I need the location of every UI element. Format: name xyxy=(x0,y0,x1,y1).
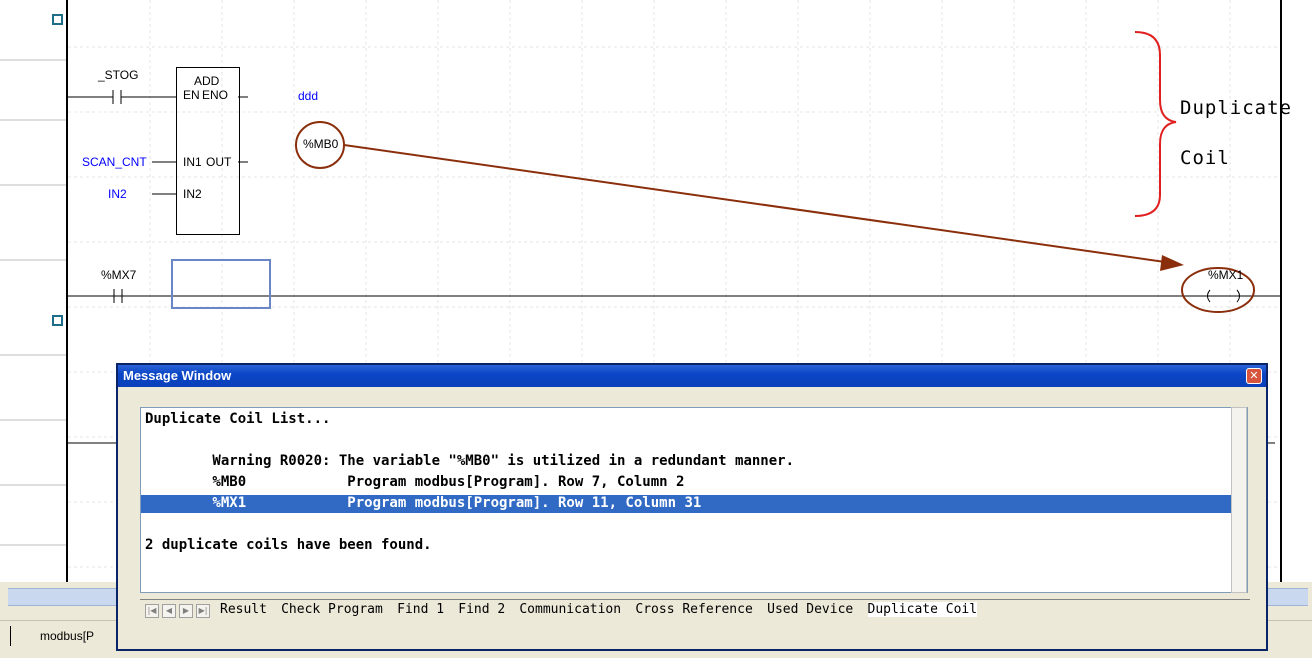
tab-communication[interactable]: Communication xyxy=(519,602,621,617)
last-tab-icon[interactable]: ▶| xyxy=(196,604,210,618)
duplicate-coil-brace xyxy=(1134,31,1177,217)
rung-marker-1[interactable] xyxy=(52,14,63,25)
callout-line-2: Coil xyxy=(1180,147,1230,169)
next-tab-icon[interactable]: ▶ xyxy=(179,604,193,618)
fb-en-label: EN xyxy=(183,88,200,102)
tab-cross-reference[interactable]: Cross Reference xyxy=(635,602,752,617)
fb-in1-label: IN1 xyxy=(183,155,202,169)
annotation-arrow xyxy=(343,144,1173,264)
fb-out-label: OUT xyxy=(206,155,232,169)
in1-variable[interactable]: SCAN_CNT xyxy=(82,155,147,169)
contact-stog-label[interactable]: _STOG xyxy=(98,68,138,82)
contact-mx7-label[interactable]: %MX7 xyxy=(101,268,136,282)
rung-marker-2[interactable] xyxy=(52,315,63,326)
message-line[interactable]: Warning R0020: The variable "%MB0" is ut… xyxy=(145,453,794,471)
message-tabstrip: |◀ ◀ ▶ ▶| Result Check Program Find 1 Find … xyxy=(140,599,1250,622)
eno-variable[interactable]: ddd xyxy=(298,89,318,103)
close-button[interactable]: ✕ xyxy=(1246,368,1262,384)
message-list[interactable]: Duplicate Coil List... Warning R0020: Th… xyxy=(140,407,1248,593)
tab-check-program[interactable]: Check Program xyxy=(281,602,383,617)
vertical-scrollbar[interactable] xyxy=(1231,407,1247,593)
in2-variable[interactable]: IN2 xyxy=(108,187,127,201)
tab-find-1[interactable]: Find 1 xyxy=(397,602,444,617)
message-window-title: Message Window xyxy=(123,368,232,383)
prev-tab-icon[interactable]: ◀ xyxy=(162,604,176,618)
editor-tab-label: modbus[P xyxy=(40,629,95,643)
tab-result[interactable]: Result xyxy=(220,602,267,617)
first-tab-icon[interactable]: |◀ xyxy=(145,604,159,618)
message-line-selected[interactable]: %MX1 Program modbus[Program]. Row 11, Co… xyxy=(141,495,1247,513)
editor-tab-modbus[interactable]: modbus[P xyxy=(10,626,130,648)
message-line[interactable]: %MB0 Program modbus[Program]. Row 7, Col… xyxy=(145,474,684,492)
arrow-head xyxy=(1160,255,1184,271)
cell-cursor[interactable] xyxy=(171,259,271,309)
message-window[interactable]: Message Window ✕ Duplicate Coil List... … xyxy=(116,363,1268,651)
callout-line-1: Duplicate xyxy=(1180,97,1292,119)
message-line[interactable]: 2 duplicate coils have been found. xyxy=(145,537,432,555)
out-variable[interactable]: %MB0 xyxy=(303,137,338,151)
message-line[interactable]: Duplicate Coil List... xyxy=(145,411,330,429)
coil-mx1-label[interactable]: %MX1 xyxy=(1208,268,1243,282)
fb-eno-label: ENO xyxy=(202,88,229,102)
tab-used-device[interactable]: Used Device xyxy=(767,602,853,617)
tab-duplicate-coil[interactable]: Duplicate Coil xyxy=(867,602,978,617)
message-window-titlebar[interactable]: Message Window ✕ xyxy=(118,365,1266,387)
tab-find-2[interactable]: Find 2 xyxy=(458,602,505,617)
fb-name-label: ADD xyxy=(194,74,220,88)
fb-in2-label: IN2 xyxy=(183,187,202,201)
